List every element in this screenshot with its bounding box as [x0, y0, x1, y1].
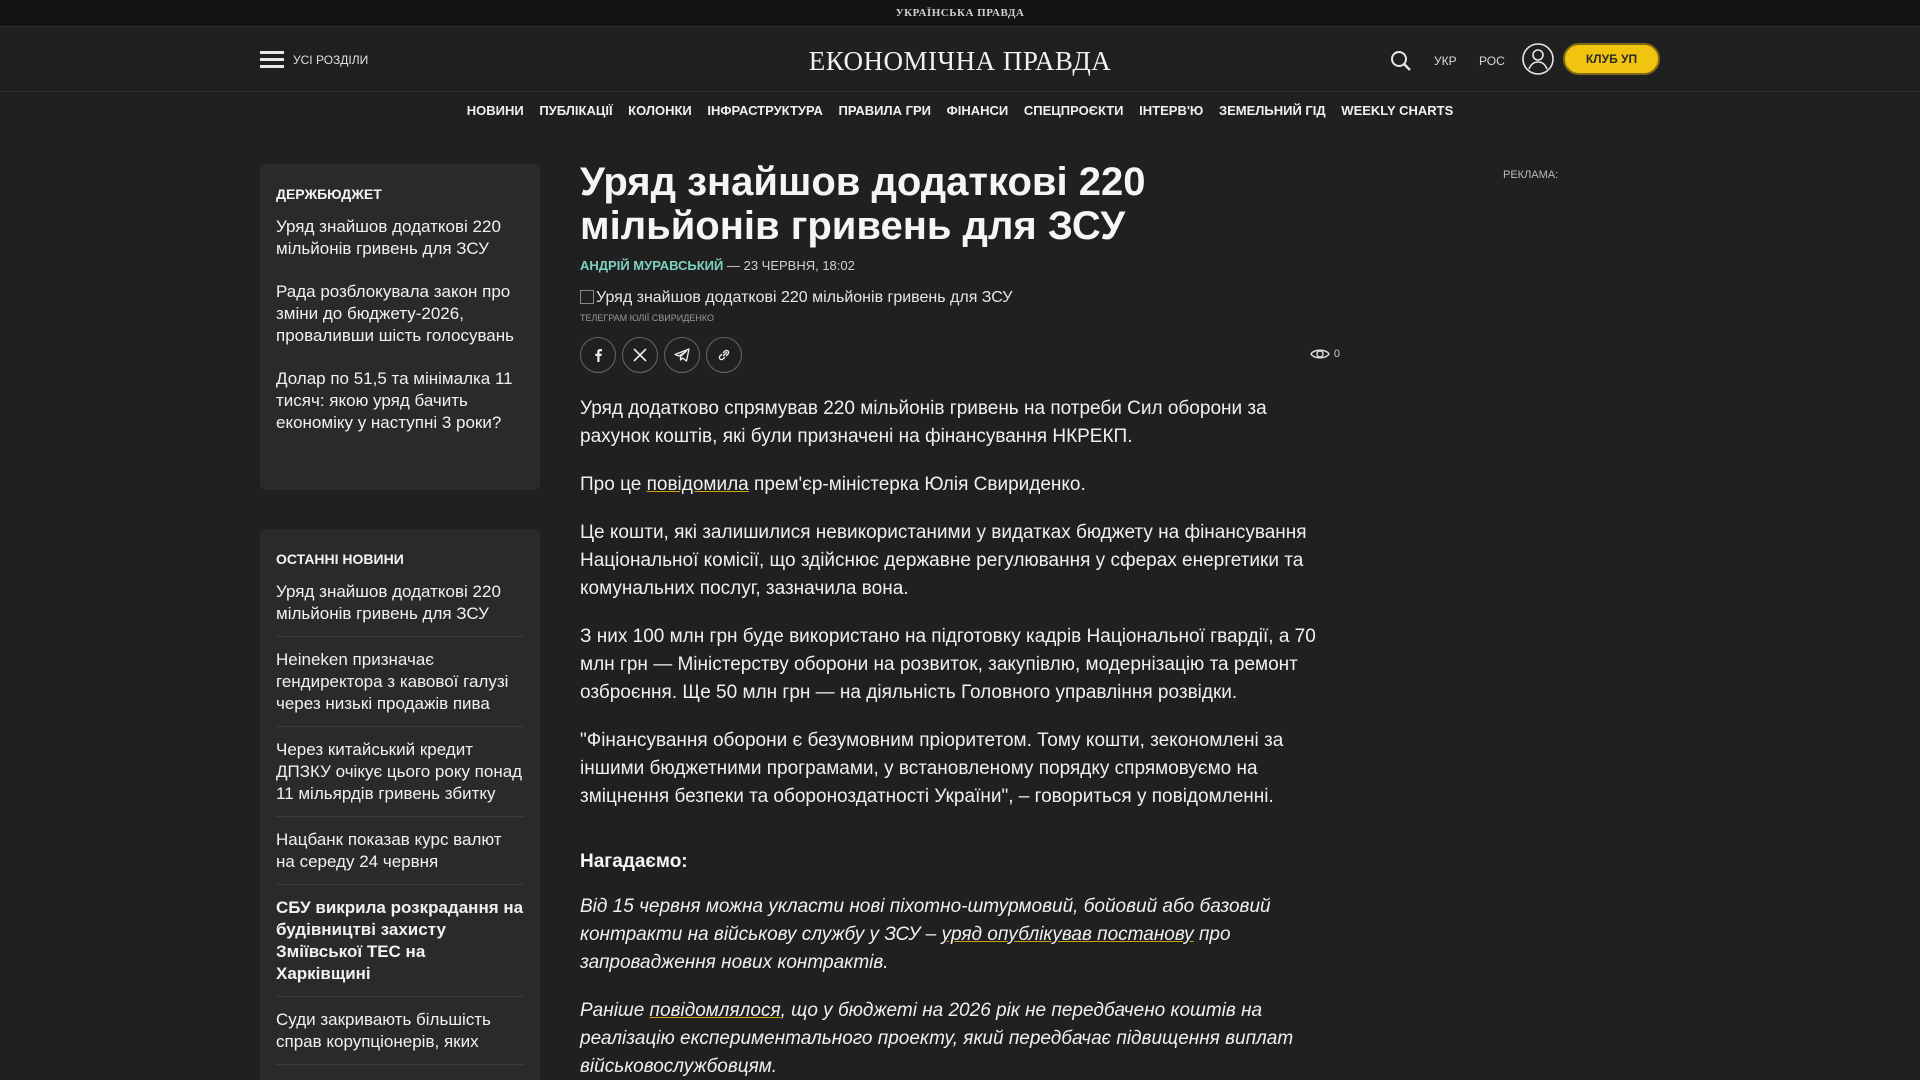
article-image: Уряд знайшов додаткові 220 мільйонів гри… [580, 289, 1340, 307]
news-item[interactable]: Уряд знайшов додаткові 220 мільйонів гри… [276, 581, 524, 637]
news-item[interactable]: СБУ викрила розкрадання на будівництві з… [276, 897, 524, 997]
byline: АНДРІЙ МУРАВСЬКИЙ — 23 ЧЕРВНЯ, 18:02 [580, 258, 1340, 273]
lang-ukr[interactable]: УКР [1434, 54, 1457, 68]
latest-news-box: ОСТАННІ НОВИНИ Уряд знайшов додаткові 22… [260, 529, 540, 1080]
search-icon[interactable] [1390, 50, 1412, 72]
news-item[interactable]: Суди закривають більшість справ корупціо… [276, 1009, 524, 1065]
news-item[interactable]: Через китайський кредит ДПЗКУ очікує цьо… [276, 739, 524, 817]
eye-icon [1310, 349, 1330, 359]
main-nav: НОВИНИ ПУБЛІКАЦІЇ КОЛОНКИ ІНФРАСТРУКТУРА… [0, 103, 1920, 118]
quote-paragraph: "Фінансування оборони є безумовним пріор… [580, 730, 1284, 807]
nav-item-news[interactable]: НОВИНИ [467, 103, 524, 118]
nav-item-publications[interactable]: ПУБЛІКАЦІЇ [539, 103, 612, 118]
reminder-heading: Нагадаємо: [580, 851, 688, 872]
nav-item-rules[interactable]: ПРАВИЛА ГРИ [839, 103, 932, 118]
decree-link[interactable]: уряд опублікував постанову [941, 924, 1193, 945]
nav-item-interview[interactable]: ІНТЕРВ'Ю [1139, 103, 1203, 118]
reported-link[interactable]: повідомлялося [650, 1000, 781, 1021]
user-icon[interactable] [1522, 43, 1554, 75]
topic-link[interactable]: Уряд знайшов додаткові 220 мільйонів гри… [276, 216, 524, 260]
telegram-icon[interactable] [664, 337, 700, 373]
topic-title[interactable]: ДЕРЖБЮДЖЕТ [276, 186, 524, 202]
paragraph: Раніше повідомлялося, що у бюджеті на 20… [580, 997, 1340, 1080]
text: Про це [580, 474, 647, 495]
topic-box: ДЕРЖБЮДЖЕТ Уряд знайшов додаткові 220 мі… [260, 164, 540, 490]
lang-ros[interactable]: РОС [1479, 54, 1505, 68]
club-button[interactable]: КЛУБ УП [1563, 43, 1660, 75]
paragraph: Це кошти, які залишилися невикористаними… [580, 522, 1307, 599]
paragraph: Уряд додатково спрямував 220 мільйонів г… [580, 398, 1267, 447]
paragraph: Від 15 червня можна укласти нові піхотно… [580, 893, 1340, 977]
image-alt-text: Уряд знайшов додаткові 220 мільйонів гри… [596, 289, 1013, 306]
view-counter: 0 [1310, 347, 1340, 361]
article-title: Уряд знайшов додаткові 220 мільйонів гри… [580, 160, 1146, 248]
paragraph: З них 100 млн грн буде використано на пі… [580, 626, 1316, 703]
all-sections-link[interactable]: УСІ РОЗДІЛИ [293, 53, 368, 67]
nav-item-finance[interactable]: ФІНАНСИ [947, 103, 1009, 118]
text: Раніше [580, 1000, 650, 1021]
site-network-title[interactable]: УКРАЇНСЬКА ПРАВДА [896, 7, 1025, 19]
image-caption: ТЕЛЕГРАМ ЮЛІЇ СВИРИДЕНКО [580, 313, 714, 323]
paragraph: Про це повідомила прем'єр-міністерка Юлі… [580, 471, 1340, 499]
topic-link[interactable]: Рада розблокувала закон про зміни до бюд… [276, 281, 524, 347]
article: Уряд знайшов додаткові 220 мільйонів гри… [580, 160, 1340, 1080]
share-bar: 0 [580, 337, 1340, 373]
header: УСІ РОЗДІЛИ ЕКОНОМІЧНА ПРАВДА УКР РОС КЛ… [0, 28, 1920, 92]
nav-item-specprojects[interactable]: СПЕЦПРОЄКТИ [1024, 103, 1124, 118]
nav-item-infrastructure[interactable]: ІНФРАСТРУКТУРА [707, 103, 822, 118]
ad-label: РЕКЛАМА: [1503, 169, 1559, 181]
author-link[interactable]: АНДРІЙ МУРАВСЬКИЙ [580, 258, 723, 273]
publish-date: — 23 ЧЕРВНЯ, 18:02 [723, 258, 855, 273]
menu-icon[interactable] [260, 51, 284, 69]
latest-news-title: ОСТАННІ НОВИНИ [276, 551, 404, 567]
facebook-icon[interactable] [580, 337, 616, 373]
broken-image-icon [580, 290, 594, 304]
text: прем'єр-міністерка Юлія Свириденко. [748, 474, 1086, 495]
news-item[interactable]: Нацбанк показав курс валют на середу 24 … [276, 829, 524, 885]
view-count: 0 [1333, 347, 1340, 360]
top-strip: УКРАЇНСЬКА ПРАВДА [0, 0, 1920, 27]
x-icon[interactable] [622, 337, 658, 373]
news-item[interactable]: Heineken призначає гендиректора з кавово… [276, 649, 524, 727]
copy-link-icon[interactable] [706, 337, 742, 373]
nav-item-weekly-charts[interactable]: WEEKLY CHARTS [1341, 103, 1453, 118]
topic-link[interactable]: Долар по 51,5 та мінімалка 11 тисяч: яко… [276, 368, 524, 434]
nav-item-land-guide[interactable]: ЗЕМЕЛЬНИЙ ГІД [1219, 103, 1326, 118]
source-link[interactable]: повідомила [647, 474, 749, 495]
nav-item-columns[interactable]: КОЛОНКИ [628, 103, 692, 118]
logo-text[interactable]: ЕКОНОМІЧНА ПРАВДА [809, 46, 1112, 76]
